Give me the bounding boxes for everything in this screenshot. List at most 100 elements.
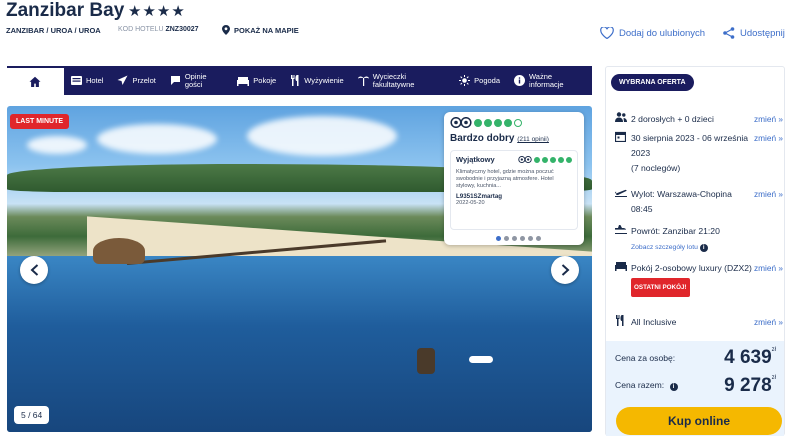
selected-offer-tag: WYBRANA OFERTA [611,74,694,91]
chevron-right-icon [561,264,569,276]
departure-plane-icon [615,187,631,217]
rating-dot-full [484,118,492,127]
pager-dot[interactable] [520,236,525,241]
hotel-code-value: ZNZ30027 [165,26,199,33]
nav-home-tab[interactable] [7,66,64,95]
chevron-left-icon [30,264,38,276]
hotel-nav: Hotel Przelot Opinie gości Pokoje Wyżywi… [7,66,592,95]
change-dates-link[interactable]: zmień » [754,131,783,176]
photo-counter: 5 / 64 [14,406,50,424]
bed-icon [615,261,631,297]
currency: zł [771,347,776,353]
nav-label: Pogoda [474,75,500,85]
hotel-title: Zanzibar Bay [6,0,125,21]
pier-hut [93,238,145,264]
cutlery-icon [615,315,631,330]
review-date: 2022-05-20 [456,200,485,206]
nav-label: Hotel [85,75,104,85]
nav-tab-reviews[interactable]: Opinie gości [163,66,230,95]
share-button[interactable]: Udostępnij [723,27,785,39]
gallery-next-button[interactable] [551,256,579,284]
nav-tab-important-info[interactable]: Ważne informacje [507,66,592,95]
flight-details-link[interactable]: Zobacz szczegóły lotu i [631,244,708,252]
review-title: Wyjątkowy [456,155,495,164]
pager-dot-active[interactable] [496,236,501,241]
rating-count-link[interactable]: (211 opinii) [517,136,549,143]
info-icon[interactable]: i [669,383,678,391]
price-total: 9 278zł [724,375,776,397]
currency: zł [771,375,776,381]
hotel-code-label: KOD HOTELU [118,26,164,33]
change-guests-link[interactable]: zmień » [754,112,783,127]
change-board-link[interactable]: zmień » [754,315,783,330]
nav-label: Opinie gości [184,71,207,89]
photo-gallery[interactable]: LAST MINUTE 5 / 64 Bardzo dobry (211 opi… [7,106,592,432]
board-value: All Inclusive [631,317,677,327]
rating-dot-full [550,156,556,163]
nav-label: Wyżywienie [304,75,344,85]
pager-dot[interactable] [528,236,533,241]
rating-dot-full [542,156,548,163]
palm-icon [357,76,369,86]
buy-online-button[interactable]: Kup online [616,407,782,435]
sun-icon [459,75,471,86]
nav-tab-board[interactable]: Wyżywienie [283,66,351,95]
review-rating [518,156,572,163]
pager-dot[interactable] [512,236,517,241]
offer-dates-row: 30 sierpnia 2023 - 06 września 2023 (7 no… [614,131,783,176]
tripadvisor-rating [450,117,578,128]
heart-icon [600,27,614,39]
rating-dot-full [494,118,502,127]
change-departure-link[interactable]: zmień » [754,187,783,217]
info-icon: i [699,244,708,252]
rating-dot-full [558,156,564,163]
price-total-label-row: Cena razem: i [615,380,678,391]
add-to-favorites-button[interactable]: Dodaj do ulubionych [600,27,705,39]
gallery-prev-button[interactable] [20,256,48,284]
tripadvisor-owl-icon [518,156,532,163]
review-card-header: Wyjątkowy [456,155,572,164]
rating-dot-empty [514,118,522,127]
cloud [97,124,217,154]
home-icon [29,76,41,87]
dhow-boat [417,348,435,374]
nav-label: Pokoje [253,75,277,85]
rating-dot-full [566,156,572,163]
show-on-map-link[interactable]: POKAŻ NA MAPIE [222,25,299,35]
nav-tab-flight[interactable]: Przelot [110,66,162,95]
map-pin-icon [222,25,230,35]
price-total-value: 9 278 [724,375,772,396]
change-room-link[interactable]: zmień » [754,261,783,297]
rating-label: Bardzo dobry (211 opinii) [450,133,578,144]
nav-tab-rooms[interactable]: Pokoje [230,66,283,95]
hotel-stars: ★★★★ [128,3,186,20]
people-icon [615,112,631,127]
pager-dot[interactable] [504,236,509,241]
cloud [247,116,397,156]
room-value: Pokój 2-osobowy luxury (DZX2) [631,263,752,273]
nav-label: Wycieczki fakultatywne [372,71,415,89]
share-icon [723,27,735,39]
nav-tab-weather[interactable]: Pogoda [452,66,507,95]
selected-offer-panel: WYBRANA OFERTA 2 dorosłych + 0 dzieci zm… [605,66,785,436]
return-value: Powrót: Zanzibar 21:20 [631,226,720,236]
nav-tab-hotel[interactable]: Hotel [64,66,111,95]
map-link-label: POKAŻ NA MAPIE [234,25,299,35]
tripadvisor-widget[interactable]: Bardzo dobry (211 opinii) Wyjątkowy Klim… [444,112,584,245]
price-total-label: Cena razem: [615,380,665,390]
calendar-icon [614,131,631,176]
return-plane-icon [615,224,631,255]
price-per-person: 4 639zł [724,347,776,369]
pager-dot[interactable] [536,236,541,241]
room-block: Pokój 2-osobowy luxury (DZX2) OSTATNI POK… [631,261,754,297]
offer-board-row: All Inclusive zmień » [615,315,783,330]
review-pager[interactable] [496,236,541,241]
offer-room-row: Pokój 2-osobowy luxury (DZX2) OSTATNI POK… [615,261,783,297]
cutlery-icon [291,75,299,86]
bed-icon [237,76,250,86]
breadcrumb[interactable]: ZANZIBAR / UROA / UROA [6,26,101,35]
lagoon-water [7,256,592,432]
nav-tab-excursions[interactable]: Wycieczki fakultatywne [351,66,452,95]
price-per-person-value: 4 639 [724,347,772,368]
offer-departure-row: Wylot: Warszawa-Chopina 08:45 zmień » [615,187,783,217]
